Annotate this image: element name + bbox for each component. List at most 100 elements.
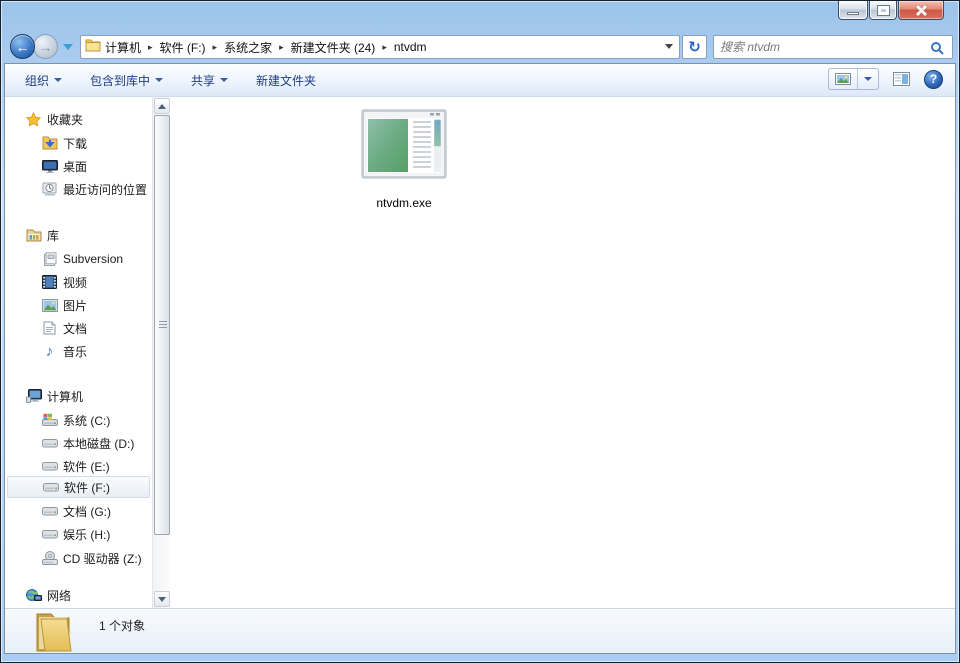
music-label: 音乐 bbox=[63, 344, 88, 359]
star-icon bbox=[25, 111, 42, 127]
scroll-up-button[interactable] bbox=[154, 98, 170, 114]
downloads-icon bbox=[41, 135, 58, 151]
explorer-window: ← → 计算机 ▸ 软件 (F:) ▸ 系统之家 ▸ 新建文件夹 (24) ▸ … bbox=[0, 0, 960, 663]
breadcrumb-item-xitongzhijia[interactable]: 系统之家 bbox=[220, 36, 276, 58]
close-button[interactable] bbox=[898, 1, 944, 20]
chevron-down-icon bbox=[155, 78, 164, 82]
cd-drive-icon bbox=[41, 550, 58, 566]
sidebar-item-recent-places[interactable]: 最近访问的位置 bbox=[7, 178, 150, 200]
breadcrumb-item-new-folder-24[interactable]: 新建文件夹 (24) bbox=[287, 36, 380, 58]
sidebar-item-drive-h[interactable]: 娱乐 (H:) bbox=[7, 523, 150, 545]
address-dropdown-icon[interactable] bbox=[665, 44, 673, 49]
network-label: 网络 bbox=[47, 588, 72, 603]
forward-arrow-icon: → bbox=[38, 38, 53, 55]
drive-icon bbox=[41, 458, 58, 474]
help-icon: ? bbox=[929, 72, 938, 86]
toolbar-right: ? bbox=[828, 68, 943, 90]
desktop-icon bbox=[41, 158, 58, 174]
search-input[interactable] bbox=[720, 38, 920, 56]
sidebar-item-cd-drive-z[interactable]: CD 驱动器 (Z:) bbox=[7, 547, 150, 569]
subversion-label: Subversion bbox=[63, 252, 124, 266]
refresh-icon: ↻ bbox=[688, 39, 701, 56]
sidebar-item-desktop[interactable]: 桌面 bbox=[7, 155, 150, 177]
recent-places-icon bbox=[41, 181, 58, 197]
drive-icon bbox=[42, 479, 59, 495]
include-in-library-label: 包含到库中 bbox=[90, 73, 151, 88]
sidebar-item-pictures[interactable]: 图片 bbox=[7, 294, 150, 316]
drive-d-label: 本地磁盘 (D:) bbox=[63, 436, 135, 451]
preview-pane-icon bbox=[893, 72, 910, 86]
share-label: 共享 bbox=[191, 73, 216, 88]
libraries-label: 库 bbox=[47, 228, 60, 243]
libraries-icon bbox=[25, 227, 42, 243]
sidebar-item-drive-f[interactable]: 软件 (F:) bbox=[7, 476, 150, 498]
breadcrumb-item-computer[interactable]: 计算机 bbox=[101, 36, 145, 58]
sidebar-item-drive-e[interactable]: 软件 (E:) bbox=[7, 455, 150, 477]
drive-icon bbox=[41, 435, 58, 451]
computer-icon bbox=[25, 388, 42, 404]
navigation-bar: ← → 计算机 ▸ 软件 (F:) ▸ 系统之家 ▸ 新建文件夹 (24) ▸ … bbox=[4, 31, 956, 63]
music-note-glyph: ♪ bbox=[45, 342, 54, 360]
sidebar-item-videos[interactable]: 视频 bbox=[7, 271, 150, 293]
pictures-label: 图片 bbox=[63, 298, 88, 313]
sidebar-item-subversion[interactable]: Subversion bbox=[7, 248, 150, 270]
drive-f-label: 软件 (F:) bbox=[64, 480, 110, 495]
search-box bbox=[713, 35, 953, 59]
new-folder-label: 新建文件夹 bbox=[256, 73, 317, 88]
sidebar-section-favorites[interactable]: 收藏夹 bbox=[7, 108, 150, 130]
sidebar-section-computer[interactable]: 计算机 bbox=[7, 385, 150, 407]
breadcrumb-separator-icon: ▸ bbox=[279, 41, 284, 52]
minimize-button[interactable] bbox=[838, 1, 868, 20]
drive-icon bbox=[41, 526, 58, 542]
breadcrumb-item-ntvdm[interactable]: ntvdm bbox=[390, 36, 431, 58]
file-list-area[interactable]: ntvdm.exe bbox=[170, 97, 955, 608]
triangle-down-icon bbox=[158, 596, 166, 602]
computer-label: 计算机 bbox=[47, 389, 84, 404]
maximize-button[interactable] bbox=[869, 1, 897, 20]
new-folder-button[interactable]: 新建文件夹 bbox=[248, 67, 324, 94]
sidebar-item-drive-d[interactable]: 本地磁盘 (D:) bbox=[7, 432, 150, 454]
close-icon bbox=[914, 4, 928, 16]
sidebar-item-drive-c[interactable]: 系统 (C:) bbox=[7, 409, 150, 431]
include-in-library-button[interactable]: 包含到库中 bbox=[82, 67, 171, 94]
refresh-button[interactable]: ↻ bbox=[682, 35, 707, 59]
help-button[interactable]: ? bbox=[924, 69, 943, 89]
sidebar-section-network[interactable]: 网络 bbox=[7, 584, 150, 606]
scrollbar-thumb[interactable] bbox=[154, 115, 170, 535]
address-bar[interactable]: 计算机 ▸ 软件 (F:) ▸ 系统之家 ▸ 新建文件夹 (24) ▸ ntvd… bbox=[80, 35, 680, 59]
triangle-up-icon bbox=[158, 103, 166, 109]
drive-h-label: 娱乐 (H:) bbox=[63, 527, 111, 542]
drive-icon bbox=[41, 503, 58, 519]
sidebar-item-documents[interactable]: 文档 bbox=[7, 317, 150, 339]
navigation-pane: 收藏夹 下载 桌面 最近访问的位置 库 Subversion 视频 图片 文档 … bbox=[5, 97, 151, 608]
file-item-ntvdm[interactable]: ntvdm.exe bbox=[350, 109, 458, 210]
breadcrumb-separator-icon: ▸ bbox=[382, 41, 387, 52]
preview-pane-button[interactable] bbox=[893, 72, 910, 86]
forward-button[interactable]: → bbox=[33, 34, 58, 59]
share-button[interactable]: 共享 bbox=[183, 67, 236, 94]
drive-g-label: 文档 (G:) bbox=[63, 504, 111, 519]
folder-icon bbox=[85, 38, 101, 57]
views-button[interactable] bbox=[829, 69, 857, 89]
views-dropdown-button[interactable] bbox=[857, 69, 878, 89]
chevron-down-icon bbox=[54, 78, 63, 82]
sidebar-item-downloads[interactable]: 下载 bbox=[7, 132, 150, 154]
sidebar-scrollbar[interactable] bbox=[152, 97, 170, 608]
recent-pages-dropdown[interactable] bbox=[63, 44, 73, 50]
search-icon[interactable] bbox=[930, 41, 944, 55]
documents-label: 文档 bbox=[63, 321, 88, 336]
music-icon: ♪ bbox=[41, 342, 58, 360]
folder-status-icon bbox=[31, 611, 81, 658]
organize-button[interactable]: 组织 bbox=[17, 67, 70, 94]
videos-icon bbox=[41, 274, 58, 290]
documents-icon bbox=[41, 320, 58, 336]
sidebar-item-music[interactable]: ♪ 音乐 bbox=[7, 340, 150, 362]
breadcrumb-item-drive-f[interactable]: 软件 (F:) bbox=[156, 36, 210, 58]
sidebar-item-drive-g[interactable]: 文档 (G:) bbox=[7, 500, 150, 522]
sidebar-section-libraries[interactable]: 库 bbox=[7, 224, 150, 246]
client-area: 组织 包含到库中 共享 新建文件夹 ? 收藏夹 下载 桌面 最近访问的位置 库 … bbox=[4, 63, 956, 654]
scroll-down-button[interactable] bbox=[154, 591, 170, 607]
organize-label: 组织 bbox=[25, 73, 50, 88]
back-button[interactable]: ← bbox=[10, 34, 35, 59]
back-arrow-icon: ← bbox=[15, 38, 30, 55]
